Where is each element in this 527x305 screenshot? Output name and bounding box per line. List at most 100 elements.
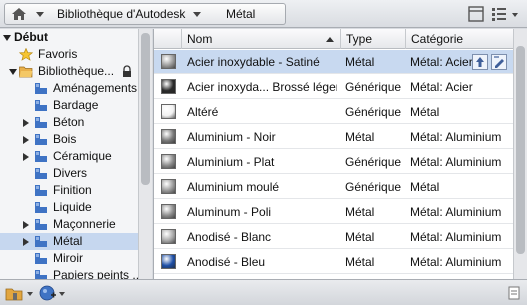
tree-root[interactable]: Début — [0, 29, 138, 46]
tree-item[interactable]: Liquide — [0, 199, 138, 216]
tree-item[interactable]: Finition — [0, 182, 138, 199]
expand-down-icon[interactable] — [9, 69, 17, 75]
cell-type: Générique — [345, 80, 402, 94]
material-swatch — [161, 154, 176, 169]
table-row[interactable]: Aluminium moulé Générique Métal — [154, 175, 515, 199]
header-name[interactable]: Nom — [181, 29, 340, 49]
cell-type: Métal — [345, 205, 375, 219]
tree-item[interactable]: Aménagements — [0, 80, 138, 97]
folder-open-icon — [19, 65, 33, 78]
cell-type: Générique — [345, 155, 402, 169]
tree-item[interactable]: Favoris — [0, 46, 138, 63]
create-material-button[interactable] — [38, 284, 70, 302]
manage-library-button[interactable] — [4, 284, 36, 302]
material-thumbnail — [154, 225, 181, 249]
tree-item[interactable]: Bibliothèque... — [0, 63, 138, 80]
list-scrollbar[interactable] — [513, 29, 527, 279]
material-thumbnail — [154, 100, 181, 124]
list-view-icon — [492, 8, 518, 21]
library-tree: Début Favoris Bibliothèque... Aménagements… — [0, 29, 138, 279]
table-row[interactable]: Aluminium - Plat Générique Métal: Aluminiu… — [154, 150, 515, 174]
tree-item[interactable]: Béton — [0, 114, 138, 131]
breadcrumb-item-metal[interactable]: Métal — [218, 3, 286, 25]
material-thumbnail — [154, 250, 181, 274]
grip-icon — [508, 286, 520, 300]
material-swatch — [161, 254, 176, 269]
home-button[interactable] — [4, 3, 50, 25]
material-swatch — [161, 79, 176, 94]
expand-right-icon[interactable] — [23, 153, 29, 161]
cell-type: Métal — [345, 230, 375, 244]
edit-material-button[interactable] — [491, 54, 507, 70]
table-row[interactable]: Anodisé - Bleu Métal Métal: Aluminium — [154, 250, 515, 274]
material-thumbnail — [154, 150, 181, 174]
header-category[interactable]: Catégorie — [405, 29, 515, 49]
category-icon — [34, 133, 48, 146]
header-name-label: Nom — [187, 32, 213, 46]
category-icon — [34, 201, 48, 214]
breadcrumb-label: Métal — [226, 7, 256, 21]
table-row[interactable]: Aluminum - Poli Métal Métal: Aluminium — [154, 200, 515, 224]
cell-name: Aluminum - Poli — [187, 205, 272, 219]
category-icon — [34, 150, 48, 163]
list-scroll-thumb[interactable] — [516, 46, 525, 254]
table-row[interactable]: Acier inoxydable - Satiné Métal Métal: Aci… — [154, 50, 515, 74]
chevron-down-icon[interactable] — [193, 12, 202, 18]
tree-item[interactable]: Divers — [0, 165, 138, 182]
resize-grip[interactable] — [506, 284, 522, 302]
edit-icon — [494, 56, 504, 68]
cell-type: Métal — [345, 255, 375, 269]
table-row[interactable]: Anodisé - Blanc Métal Métal: Aluminium — [154, 225, 515, 249]
tree-item[interactable]: Miroir — [0, 250, 138, 267]
tree-scrollbar[interactable] — [138, 29, 152, 279]
tree-item-label: Bardage — [53, 98, 99, 112]
material-swatch — [161, 54, 176, 69]
expand-right-icon[interactable] — [23, 119, 29, 127]
header-type[interactable]: Type — [340, 29, 405, 49]
table-row[interactable]: Altéré Générique Métal — [154, 100, 515, 124]
folder-library-icon — [5, 288, 33, 301]
material-swatch — [161, 129, 176, 144]
category-icon — [34, 218, 48, 231]
tree-item[interactable]: Maçonnerie — [0, 216, 138, 233]
cell-name: Aluminium - Plat — [187, 155, 275, 169]
category-icon — [34, 99, 48, 112]
tree-item[interactable]: Céramique — [0, 148, 138, 165]
cell-type: Générique — [345, 105, 402, 119]
tree-item[interactable]: Métal — [0, 233, 138, 250]
expand-right-icon[interactable] — [23, 238, 29, 246]
tree-item-label: Favoris — [38, 47, 78, 61]
expand-right-icon[interactable] — [23, 136, 29, 144]
breadcrumb-item-library[interactable]: Bibliothèque d'Autodesk — [49, 3, 219, 25]
table-row[interactable]: Aluminium - Noir Métal Métal: Aluminium — [154, 125, 515, 149]
material-thumbnail — [154, 200, 181, 224]
materials-list: Nom Type Catégorie Acier inoxydable - Sa… — [153, 29, 527, 279]
tree-root-label: Début — [14, 30, 48, 44]
tree-item[interactable]: Bardage — [0, 97, 138, 114]
table-row[interactable]: Acier inoxyda... Brossé léger Générique Mé… — [154, 75, 515, 99]
tree-item[interactable]: Bois — [0, 131, 138, 148]
move-up-button[interactable] — [472, 54, 488, 70]
tree-scroll-thumb[interactable] — [141, 33, 150, 185]
cell-name: Aluminium - Noir — [187, 130, 276, 144]
breadcrumb-label: Bibliothèque d'Autodesk — [57, 7, 186, 21]
material-thumbnail — [154, 75, 181, 99]
tree-item[interactable]: Papiers peints ... — [0, 267, 138, 279]
panel-toggle-button[interactable] — [466, 4, 486, 24]
category-icon — [34, 167, 48, 180]
category-icon — [34, 235, 48, 248]
tree-item-label: Béton — [53, 115, 85, 129]
home-icon — [12, 8, 44, 20]
expand-down-icon[interactable] — [3, 35, 11, 41]
material-thumbnail — [154, 125, 181, 149]
arrow-up-icon — [476, 57, 484, 67]
header-type-label: Type — [346, 32, 373, 46]
cell-name: Acier inoxydable - Satiné — [187, 55, 320, 69]
cell-name: Anodisé - Bleu — [187, 255, 266, 269]
cell-category: Métal: Aluminium — [410, 255, 502, 269]
expand-right-icon[interactable] — [23, 221, 29, 229]
create-material-icon — [39, 285, 65, 301]
view-options-button[interactable] — [489, 4, 523, 24]
cell-category: Métal: Aluminium — [410, 130, 502, 144]
cell-category: Métal — [410, 105, 440, 119]
